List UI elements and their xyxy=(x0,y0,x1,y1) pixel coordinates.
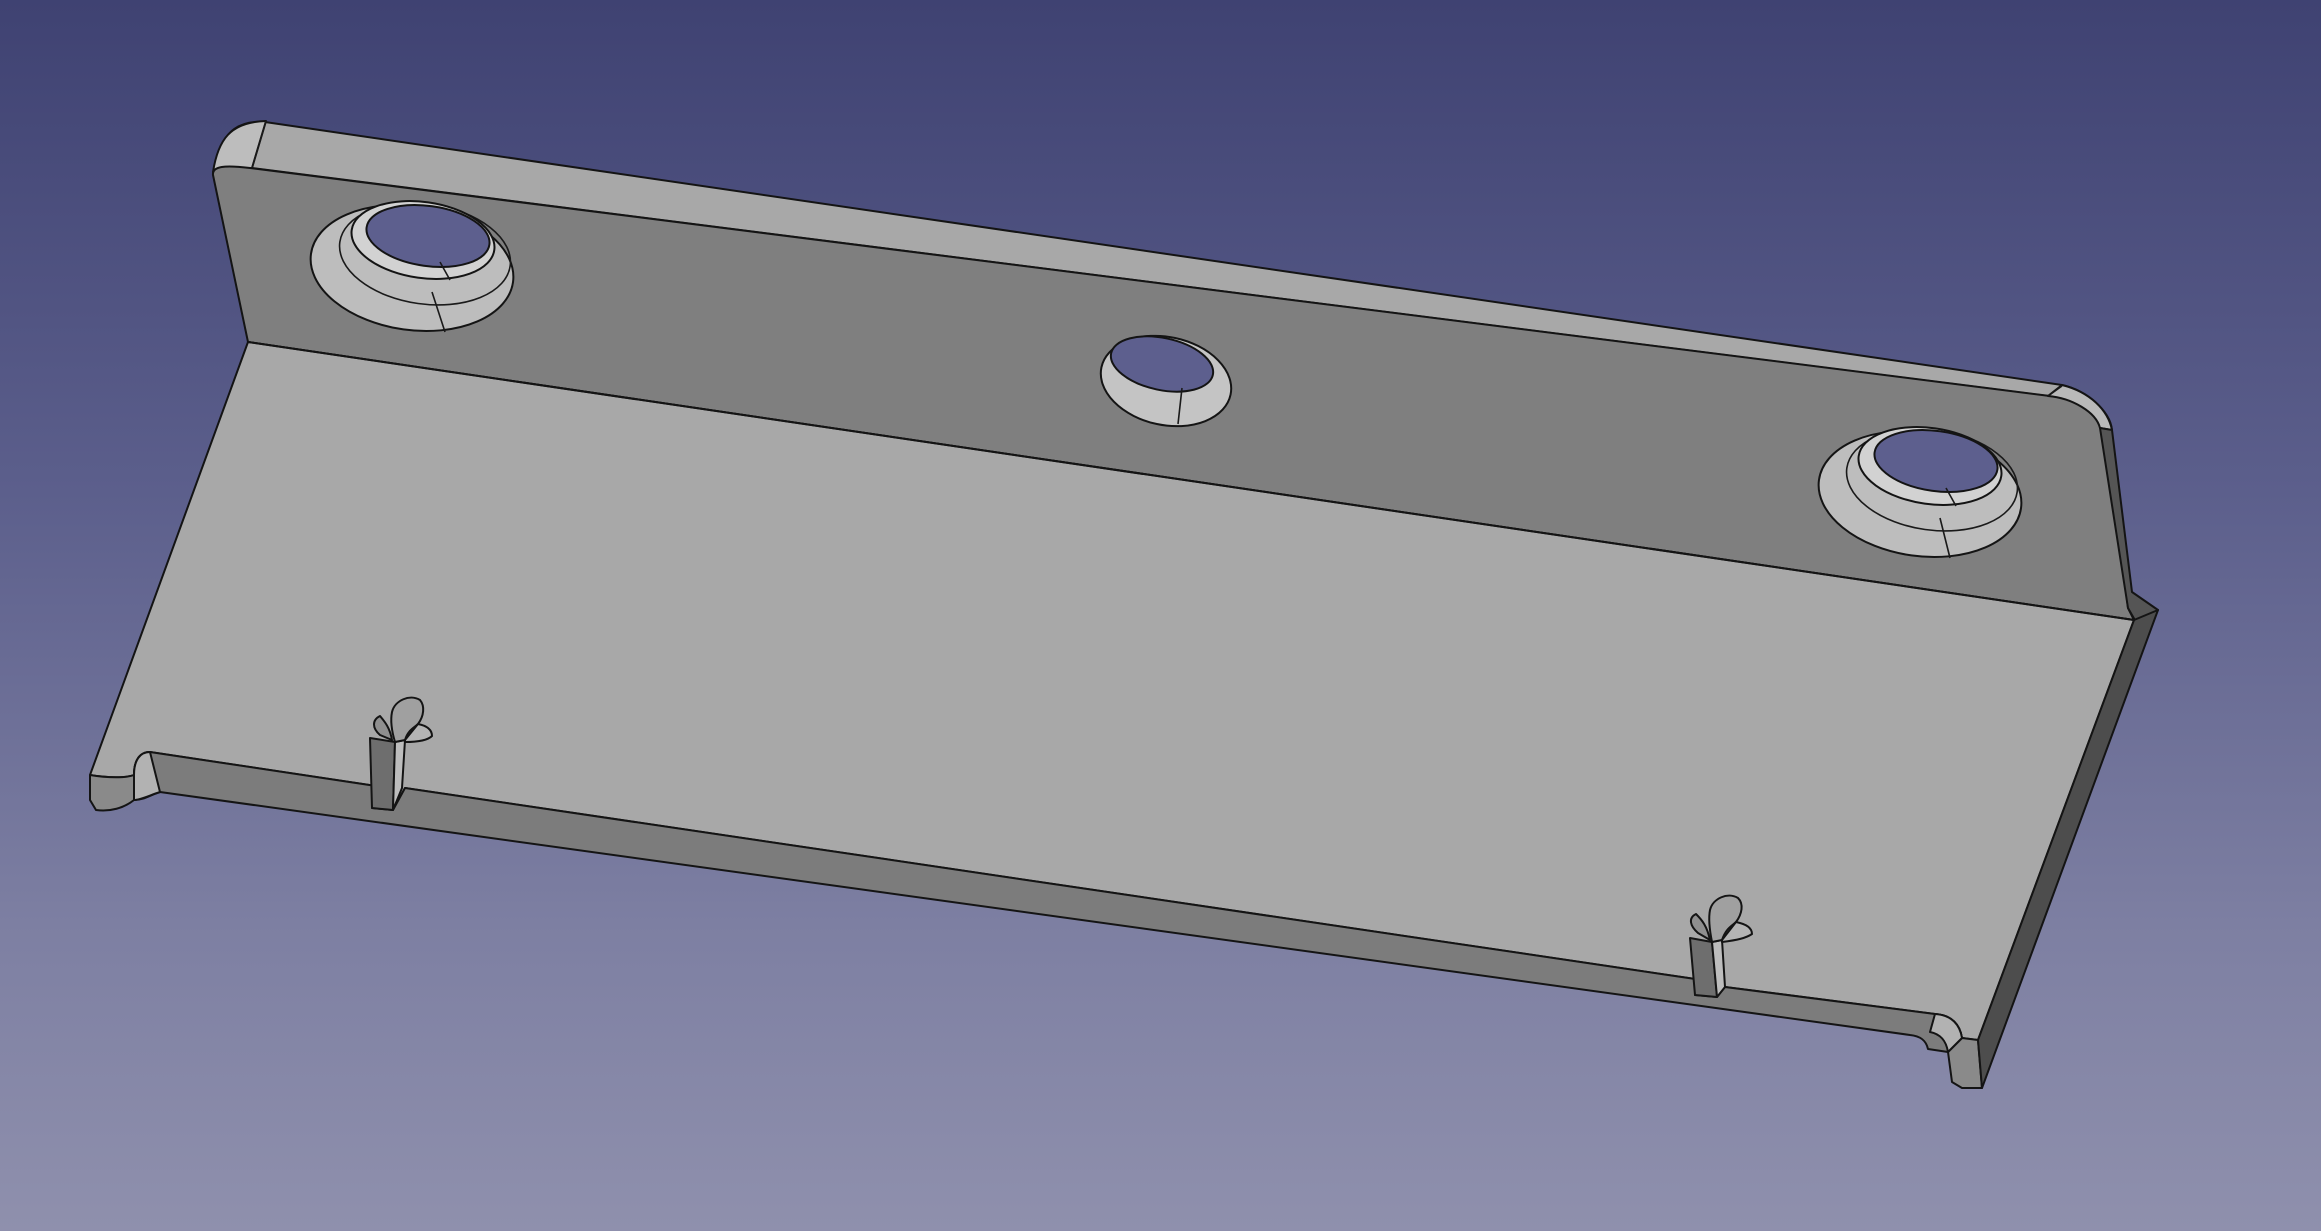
model-scene[interactable] xyxy=(0,0,2321,1231)
base-left-end xyxy=(89,774,135,812)
3d-viewport[interactable] xyxy=(0,0,2321,1231)
